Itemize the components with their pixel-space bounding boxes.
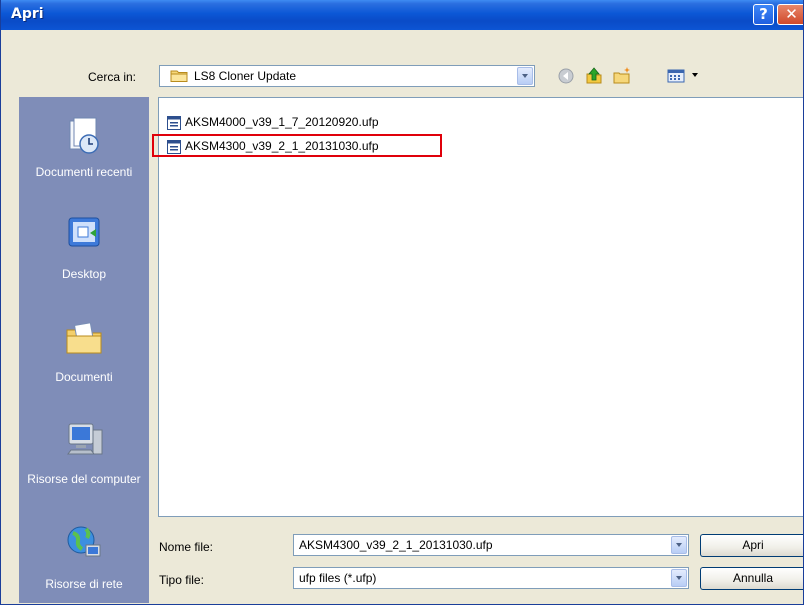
selection-highlight [152, 134, 442, 157]
desktop-icon [68, 217, 100, 247]
filetype-select[interactable]: ufp files (*.ufp) [293, 567, 689, 589]
file-name: AKSM4000_v39_1_7_20120920.ufp [185, 115, 379, 129]
help-button[interactable]: ? [753, 4, 774, 25]
file-list[interactable]: AKSM4000_v39_1_7_20120920.ufp AKSM4300_v… [158, 97, 803, 517]
place-my-documents[interactable]: Documenti [19, 312, 149, 392]
open-button[interactable]: Apri [700, 534, 803, 557]
close-button[interactable]: ✕ [777, 4, 803, 25]
filename-value: AKSM4300_v39_2_1_20131030.ufp [299, 538, 493, 552]
my-computer-icon [67, 423, 103, 455]
filename-label: Nome file: [159, 540, 214, 554]
back-icon[interactable] [556, 66, 576, 86]
cancel-button[interactable]: Annulla [700, 567, 803, 590]
title-bar[interactable]: Apri ? ✕ [1, 0, 803, 30]
new-folder-icon[interactable] [612, 66, 632, 86]
places-bar: Documenti recenti Desktop Documenti Riso… [19, 97, 149, 603]
filename-input[interactable]: AKSM4300_v39_2_1_20131030.ufp [293, 534, 689, 556]
views-menu-icon[interactable] [666, 66, 686, 86]
place-label: Risorse di rete [45, 577, 123, 591]
place-label: Documenti [55, 370, 113, 384]
views-dropdown-arrow[interactable] [692, 73, 698, 77]
look-in-dropdown-arrow[interactable] [517, 67, 533, 85]
open-file-dialog: Apri ? ✕ Cerca in: LS8 Cloner Update Doc… [0, 0, 804, 605]
place-my-computer[interactable]: Risorse del computer [19, 412, 149, 512]
up-folder-icon[interactable] [584, 66, 604, 86]
filetype-dropdown-arrow[interactable] [671, 569, 687, 587]
filetype-label: Tipo file: [159, 573, 204, 587]
look-in-dropdown[interactable]: LS8 Cloner Update [159, 65, 535, 87]
place-label: Risorse del computer [27, 472, 141, 486]
look-in-label: Cerca in: [88, 70, 137, 84]
window-title: Apri [11, 6, 44, 22]
place-recent-documents[interactable]: Documenti recenti [19, 105, 149, 205]
file-icon [167, 116, 181, 130]
filetype-value: ufp files (*.ufp) [299, 571, 377, 585]
recent-documents-icon [69, 117, 99, 154]
my-documents-icon [66, 322, 102, 354]
look-in-value: LS8 Cloner Update [194, 69, 297, 83]
place-desktop[interactable]: Desktop [19, 207, 149, 287]
folder-icon [170, 70, 188, 82]
network-places-icon [67, 526, 101, 557]
place-network[interactable]: Risorse di rete [19, 517, 149, 603]
filename-dropdown-arrow[interactable] [671, 536, 687, 554]
place-label: Desktop [61, 267, 107, 281]
place-label: Documenti recenti [35, 165, 133, 179]
